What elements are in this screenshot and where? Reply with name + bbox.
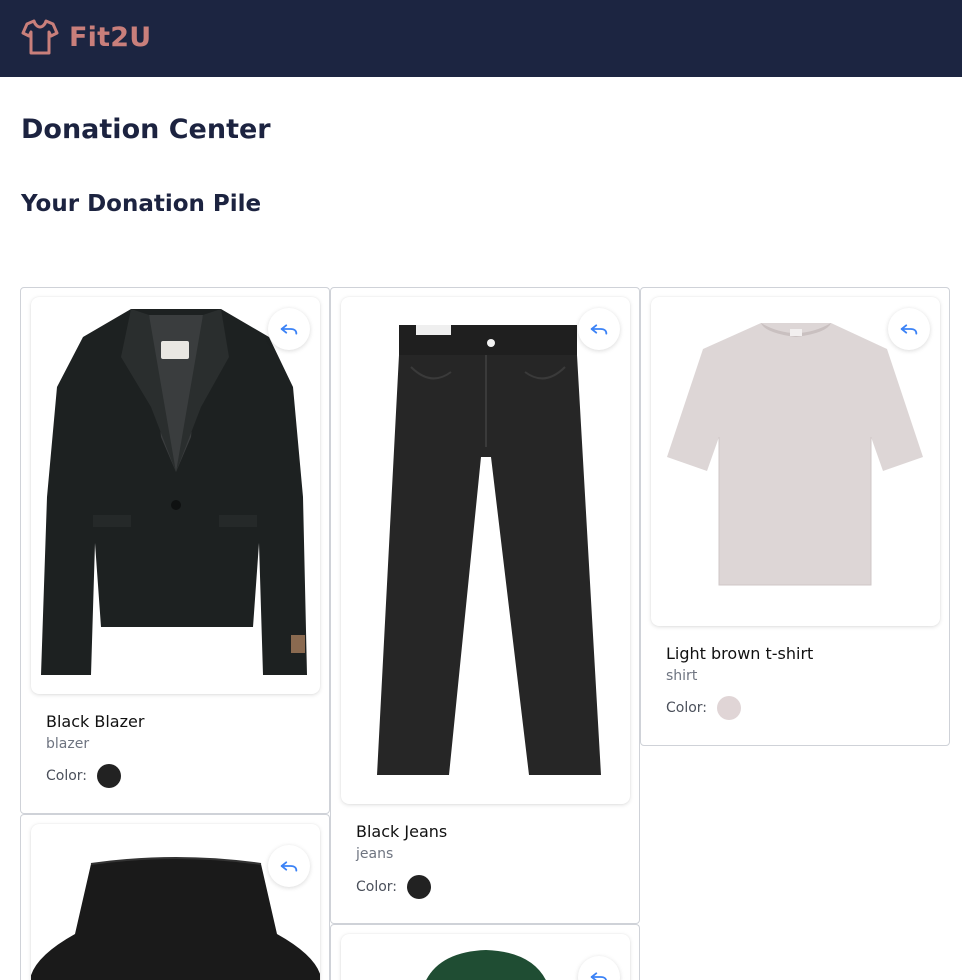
item-image [31, 297, 320, 694]
donation-card: Light brown t-shirt shirt Color: [640, 287, 950, 746]
undo-button[interactable] [268, 308, 310, 350]
undo-icon [280, 324, 298, 335]
item-type: shirt [666, 668, 698, 684]
donation-card [20, 814, 330, 980]
undo-icon [590, 324, 608, 335]
undo-icon [590, 972, 608, 980]
undo-icon [280, 861, 298, 872]
undo-button[interactable] [578, 308, 620, 350]
jeans-image [377, 325, 601, 775]
item-image [341, 297, 630, 804]
color-label: Color: [666, 700, 708, 716]
undo-icon [900, 324, 918, 335]
color-swatch [97, 764, 122, 788]
item-name: Light brown t-shirt [666, 644, 814, 663]
color-swatch [717, 696, 742, 720]
item-name: Black Jeans [356, 822, 448, 841]
section-title: Your Donation Pile [21, 191, 262, 217]
color-row: Color: [46, 764, 122, 788]
page-title: Donation Center [21, 114, 271, 145]
item-type: blazer [46, 736, 90, 752]
tshirt-icon [21, 19, 59, 55]
blazer-image [41, 309, 307, 675]
donation-card: Black Jeans jeans Color: [330, 287, 640, 924]
donation-card [330, 924, 640, 980]
item-image [651, 297, 940, 626]
item-name: Black Blazer [46, 712, 145, 731]
undo-button[interactable] [888, 308, 930, 350]
color-swatch [407, 875, 432, 899]
donation-card: Black Blazer blazer Color: [20, 287, 330, 814]
color-label: Color: [356, 879, 398, 895]
top-navbar: Fit2U [0, 0, 962, 77]
brand-name: Fit2U [69, 21, 152, 53]
undo-button[interactable] [268, 845, 310, 887]
brand-logo[interactable]: Fit2U [21, 18, 151, 56]
color-row: Color: [356, 875, 432, 899]
color-label: Color: [46, 768, 88, 784]
item-image [31, 824, 320, 980]
item-type: jeans [356, 846, 394, 862]
color-row: Color: [666, 696, 742, 720]
item-image [341, 934, 630, 980]
